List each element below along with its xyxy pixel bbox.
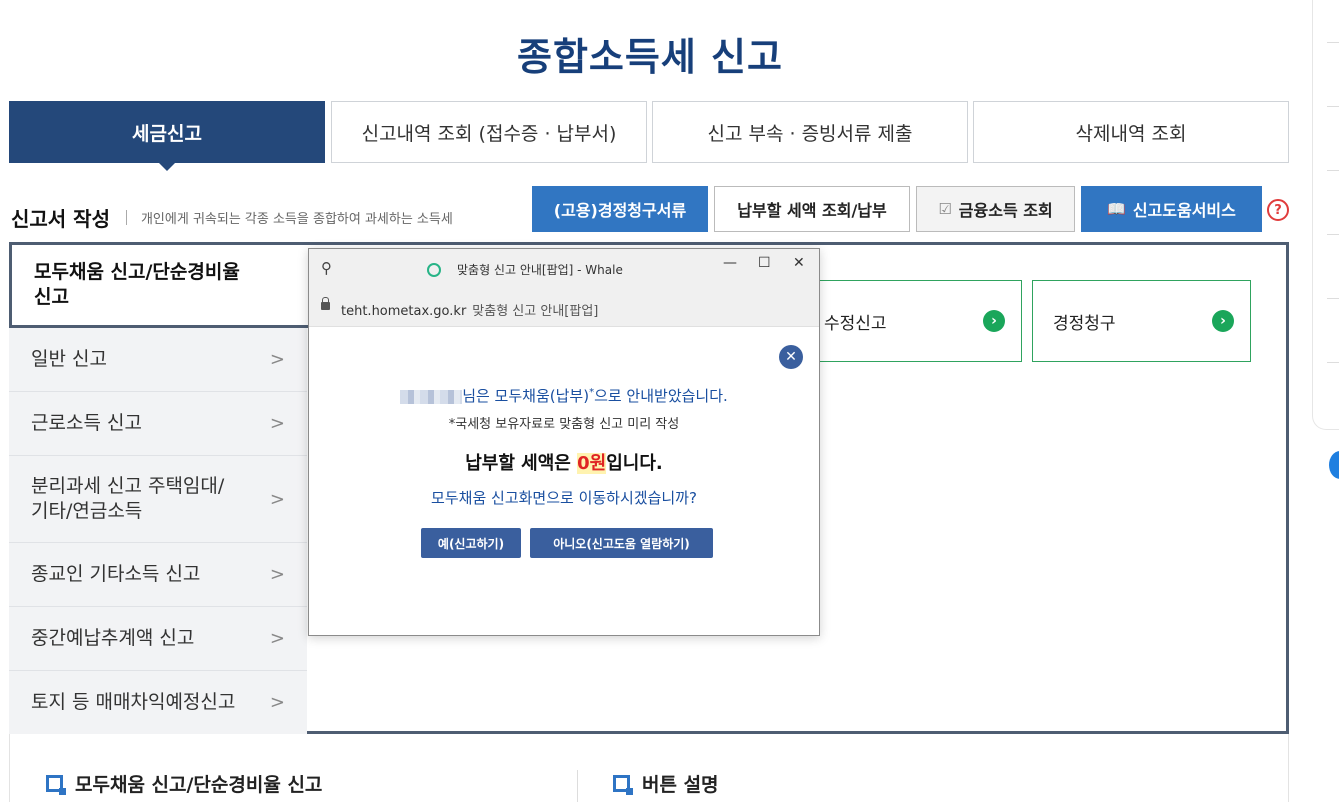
popup-close-icon[interactable]: ✕ [779,345,803,369]
tab-label: 세금신고 [132,122,202,145]
tab-filing-history[interactable]: 신고내역 조회 (접수증 · 납부서) [331,101,647,163]
guidance-text-end: 으로 안내받았습니다. [594,387,728,405]
correction-docs-button[interactable]: (고용)경정청구서류 [532,186,708,232]
tab-label: 신고 부속 · 증빙서류 제출 [707,122,913,145]
section-header: 신고서 작성 개인에게 귀속되는 각종 소득을 종합하여 과세하는 소득세 [11,203,453,232]
minimize-icon[interactable]: — [723,255,737,271]
amount-prefix: 납부할 세액은 [465,453,578,474]
close-window-icon[interactable]: ✕ [793,255,805,271]
lock-icon [321,297,330,310]
amended-return-card[interactable]: 수정신고 › [803,280,1022,362]
chevron-right-icon: > [269,413,285,434]
side-item-label: 모두채움 신고/단순경비율 신고 [34,261,240,308]
card-label: 경정청구 [1053,313,1116,334]
no-view-help-button[interactable]: 아니오(신고도움 열람하기) [530,528,713,558]
tab-label: 삭제내역 조회 [1075,122,1187,145]
card-label: 수정신고 [824,313,887,334]
chevron-right-icon: > [269,628,285,649]
book-icon: 📖 [1107,200,1126,218]
url-host: teht.hometax.go.kr [341,304,467,319]
button-label: 납부할 세액 조회/납부 [737,201,887,220]
side-item-label: 중간예납추계액 신고 [31,627,195,649]
side-item-general[interactable]: 일반 신고 > [9,328,307,392]
square-bullet-icon [46,775,66,795]
side-item-label: 종교인 기타소득 신고 [31,563,201,585]
help-question-icon[interactable]: ? [1267,199,1289,221]
tax-amount: 0원 [577,453,607,474]
section-description: 개인에게 귀속되는 각종 소득을 종합하여 과세하는 소득세 [140,212,453,227]
prefill-note: *국세청 보유자료로 맞춤형 신고 미리 작성 [448,417,680,432]
whale-browser-icon [427,263,441,277]
guidance-message: 님은 모두채움(납부)*으로 안내받았습니다. [309,385,819,406]
section-divider [125,210,127,225]
side-item-label: 근로소득 신고 [31,412,142,434]
tab-attachments[interactable]: 신고 부속 · 증빙서류 제출 [652,101,968,163]
tab-tax-filing[interactable]: 세금신고 [9,101,325,171]
popup-address-bar: teht.hometax.go.kr 맞춤형 신고 안내[팝업] [309,289,819,327]
url-page-title: 맞춤형 신고 안내[팝업] [472,304,599,319]
button-label: 신고도움서비스 [1132,201,1236,220]
refund-claim-card[interactable]: 경정청구 › [1032,280,1251,362]
heading-text: 버튼 설명 [642,774,719,796]
popup-window-title: 맞춤형 신고 안내[팝업] - Whale [457,263,623,277]
page-title: 종합소득세 신고 [517,35,783,79]
move-question: 모두채움 신고화면으로 이동하시겠습니까? [431,489,697,507]
yes-file-button[interactable]: 예(신고하기) [421,528,521,558]
side-item-label: 토지 등 매매차익예정신고 [31,691,236,713]
side-item-label: 분리과세 신고 주택임대/기타/연금소득 [31,475,225,522]
side-item-religious[interactable]: 종교인 기타소득 신고 > [9,543,307,607]
tax-amount-message: 납부할 세액은 0원입니다. [309,449,819,475]
section-title: 신고서 작성 [11,207,110,231]
chevron-right-icon: > [269,564,285,585]
arrow-right-circle-icon: › [983,310,1005,332]
tax-payment-button[interactable]: 납부할 세액 조회/납부 [714,186,910,232]
checkbox-edit-icon: ☑ [938,200,952,218]
tab-deleted-history[interactable]: 삭제내역 조회 [973,101,1289,163]
main-tabs: 세금신고 신고내역 조회 (접수증 · 납부서) 신고 부속 · 증빙서류 제출… [9,101,1289,171]
heading-text: 모두채움 신고/단순경비율 신고 [75,774,323,796]
amount-suffix: 입니다. [606,453,663,474]
chevron-right-icon: > [269,488,285,510]
floating-button[interactable] [1329,451,1339,479]
bottom-divider [577,770,578,802]
bottom-right-heading: 버튼 설명 [613,770,719,797]
masked-name [400,389,463,404]
bottom-left-heading: 모두채움 신고/단순경비율 신고 [46,770,322,797]
side-nav: 모두채움 신고/단순경비율 신고 일반 신고 > 근로소득 신고 > 분리과세 … [9,242,309,734]
browser-side-panel-edge [1312,0,1339,430]
side-item-separate-tax[interactable]: 분리과세 신고 주택임대/기타/연금소득 > [9,456,307,543]
active-tab-caret [157,161,177,171]
square-bullet-icon [613,775,633,795]
help-service-button[interactable]: 📖 신고도움서비스 [1081,186,1262,232]
side-item-label: 일반 신고 [31,348,107,370]
maximize-icon[interactable]: ☐ [758,255,771,271]
pin-icon[interactable]: ⚲ [321,259,332,277]
guidance-text: 님은 모두채움(납부) [462,387,590,405]
chevron-right-icon: > [269,349,285,370]
guide-popup-window: ⚲ 맞춤형 신고 안내[팝업] - Whale — ☐ ✕ teht.homet… [308,248,820,636]
side-item-interim[interactable]: 중간예납추계액 신고 > [9,607,307,671]
side-item-earned-income[interactable]: 근로소득 신고 > [9,392,307,456]
popup-url: teht.hometax.go.kr 맞춤형 신고 안내[팝업] [341,300,598,319]
button-label: 금융소득 조회 [958,201,1053,220]
button-label: (고용)경정청구서류 [553,201,687,220]
arrow-right-circle-icon: › [1212,310,1234,332]
popup-titlebar[interactable]: ⚲ 맞춤형 신고 안내[팝업] - Whale — ☐ ✕ [309,249,819,289]
financial-income-button[interactable]: ☑ 금융소득 조회 [916,186,1075,232]
side-item-fill-all[interactable]: 모두채움 신고/단순경비율 신고 [9,242,309,328]
chevron-right-icon: > [269,692,285,713]
tab-label: 신고내역 조회 (접수증 · 납부서) [361,122,617,145]
side-item-land-sale[interactable]: 토지 등 매매차익예정신고 > [9,671,307,734]
